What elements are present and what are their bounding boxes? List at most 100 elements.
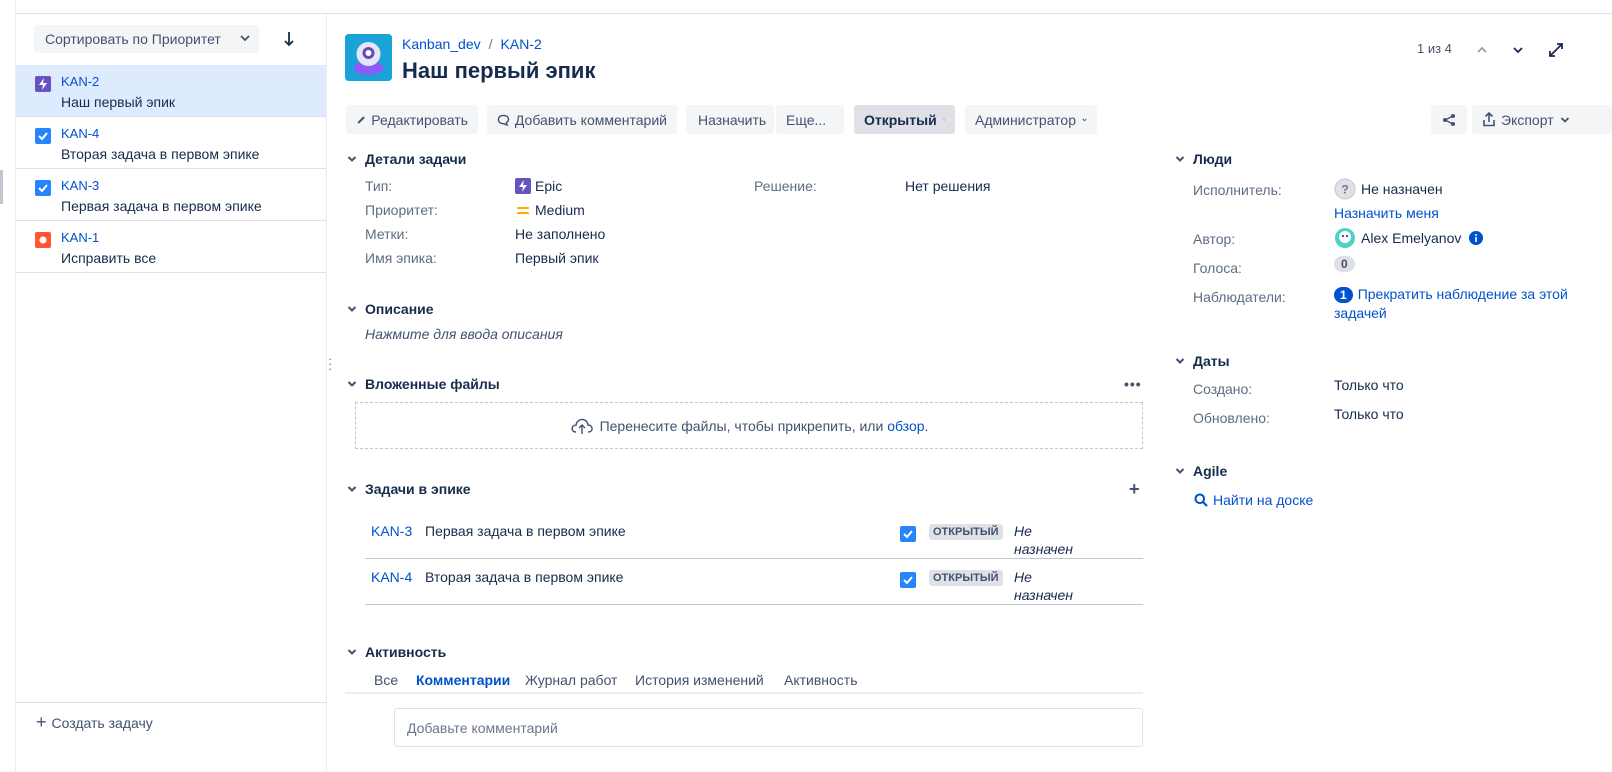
browse-link[interactable]: обзор (887, 418, 924, 434)
more-button[interactable]: Еще... (776, 105, 844, 134)
issue-key[interactable]: KAN-2 (61, 74, 99, 89)
epic-task-key[interactable]: KAN-4 (371, 569, 412, 585)
epic-icon (515, 178, 531, 194)
activity-heading: Активность (365, 644, 447, 660)
task-icon (900, 526, 916, 542)
agile-section-toggle[interactable]: Agile (1174, 463, 1227, 479)
create-task-label: Создать задачу (51, 714, 153, 731)
add-comment-button[interactable]: Добавить комментарий (487, 105, 677, 134)
issue-key[interactable]: KAN-3 (61, 178, 99, 193)
add-epic-task-icon[interactable]: + (1129, 479, 1140, 500)
chevron-down-icon (1175, 156, 1185, 162)
issue-key[interactable]: KAN-1 (61, 230, 99, 245)
tab-history[interactable]: История изменений (635, 672, 764, 688)
comment-input[interactable]: Добавьте комментарий (394, 708, 1143, 747)
assignee-name: Не назначен (1361, 181, 1443, 197)
epic-name-value[interactable]: Первый эпик (515, 250, 599, 266)
epic-task-summary[interactable]: Первая задача в первом эпике (425, 523, 626, 539)
tab-activity[interactable]: Активность (784, 672, 858, 688)
issue-key[interactable]: KAN-4 (61, 126, 99, 141)
plus-icon: + (36, 712, 47, 732)
task-icon (35, 128, 51, 144)
find-on-board-label: Найти на доске (1213, 492, 1314, 508)
find-on-board-link[interactable]: Найти на доске (1194, 492, 1313, 508)
breadcrumb-issue-key[interactable]: KAN-2 (501, 36, 542, 52)
tab-all[interactable]: Все (374, 672, 398, 688)
created-value: Только что (1334, 377, 1404, 393)
more-label: Еще... (786, 111, 827, 128)
add-comment-label: Добавить комментарий (514, 111, 667, 128)
description-section-toggle[interactable]: Описание (346, 301, 434, 317)
sort-label: Сортировать по Приоритет (45, 31, 221, 47)
top-divider (16, 0, 1612, 14)
admin-button[interactable]: Администратор (965, 105, 1097, 134)
votes-value[interactable]: 0 (1334, 256, 1355, 272)
list-item[interactable]: KAN-4 Вторая задача в первом эпике (16, 117, 326, 169)
sort-direction-button[interactable] (278, 27, 300, 51)
list-item[interactable]: KAN-2 Наш первый эпик (16, 65, 326, 117)
share-button[interactable] (1431, 105, 1467, 134)
epic-tasks-section-toggle[interactable]: Задачи в эпике (346, 481, 471, 497)
expand-icon[interactable] (1547, 40, 1565, 60)
details-heading: Детали задачи (365, 151, 467, 167)
list-item[interactable]: KAN-3 Первая задача в первом эпике (16, 169, 326, 221)
create-task-button[interactable]: + Создать задачу (16, 702, 326, 742)
priority-label: Приоритет: (365, 202, 438, 218)
more-options-icon[interactable]: ••• (1124, 376, 1142, 392)
panel-resize-handle[interactable]: · · · (328, 352, 332, 375)
attachment-dropzone[interactable]: Перенесите файлы, чтобы прикрепить, или … (355, 402, 1143, 449)
search-icon (1194, 493, 1208, 507)
stop-watching-link[interactable]: Прекратить наблюдение за этой задачей (1334, 286, 1568, 321)
priority-text: Medium (535, 202, 585, 218)
labels-value[interactable]: Не заполнено (515, 226, 605, 242)
description-field[interactable]: Нажмите для ввода описания (365, 326, 563, 342)
assign-button[interactable]: Назначить (686, 105, 774, 134)
breadcrumb-project[interactable]: Kanban_dev (402, 36, 481, 52)
epic-task-summary[interactable]: Вторая задача в первом эпике (425, 569, 623, 585)
table-row[interactable]: KAN-4 Вторая задача в первом эпике ОТКРЫ… (365, 559, 1143, 605)
page-title[interactable]: Наш первый эпик (402, 58, 595, 84)
dates-section-toggle[interactable]: Даты (1174, 353, 1230, 369)
export-icon (1483, 112, 1495, 127)
edit-button[interactable]: Редактировать (346, 105, 478, 134)
description-heading: Описание (365, 301, 434, 317)
tab-worklog[interactable]: Журнал работ (525, 672, 617, 688)
people-heading: Люди (1193, 151, 1233, 167)
attachments-section-toggle[interactable]: Вложенные файлы (346, 376, 500, 392)
status-label: Открытый (864, 111, 937, 128)
issue-sidebar: Сортировать по Приоритет KAN-2 Наш первы… (16, 14, 327, 772)
author-name[interactable]: Alex Emelyanov (1361, 230, 1461, 246)
left-rail-handle[interactable] (0, 170, 3, 204)
sort-dropdown[interactable]: Сортировать по Приоритет (34, 25, 259, 53)
epic-icon (35, 76, 51, 92)
issue-summary: Первая задача в первом эпике (61, 198, 262, 214)
activity-section-toggle[interactable]: Активность (346, 644, 446, 660)
breadcrumb-separator: / (488, 36, 493, 52)
table-row[interactable]: KAN-3 Первая задача в первом эпике ОТКРЫ… (365, 513, 1143, 559)
edit-label: Редактировать (371, 111, 468, 128)
cloud-upload-icon (571, 418, 593, 434)
assign-me-link[interactable]: Назначить меня (1334, 205, 1439, 221)
details-section-toggle[interactable]: Детали задачи (346, 151, 466, 167)
assignee-value: ? Не назначен (1334, 178, 1443, 200)
comment-icon (497, 114, 510, 126)
tab-comments[interactable]: Комментарии (416, 672, 510, 688)
chevron-down-icon[interactable] (1510, 40, 1526, 60)
watchers-count-badge[interactable]: 1 (1334, 287, 1353, 303)
people-section-toggle[interactable]: Люди (1174, 151, 1232, 167)
bug-icon (35, 232, 51, 248)
project-avatar (345, 34, 392, 81)
author-value: Alex Emelyanov (1334, 227, 1484, 249)
dropzone-text: Перенесите файлы, чтобы прикрепить, или (599, 417, 884, 434)
chevron-down-icon (1560, 116, 1569, 123)
info-icon[interactable] (1469, 231, 1484, 245)
export-button[interactable]: Экспорт (1472, 105, 1612, 134)
type-text: Epic (535, 178, 563, 194)
list-item[interactable]: KAN-1 Исправить все (16, 221, 326, 273)
author-label: Автор: (1193, 231, 1236, 247)
chevron-up-icon[interactable] (1474, 40, 1490, 60)
status-button[interactable]: Открытый (854, 105, 955, 134)
epic-tasks-heading: Задачи в эпике (365, 481, 471, 497)
chevron-down-icon (942, 118, 945, 121)
epic-task-key[interactable]: KAN-3 (371, 523, 412, 539)
